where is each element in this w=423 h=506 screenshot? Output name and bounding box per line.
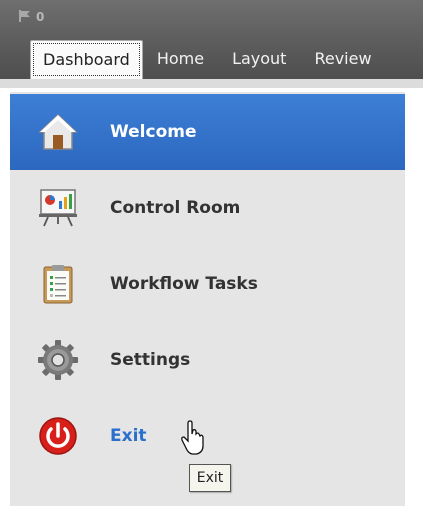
flag-indicator[interactable]: 0 xyxy=(18,9,44,25)
sidebar-item-workflow-tasks[interactable]: Workflow Tasks xyxy=(10,246,406,322)
tab-review[interactable]: Review xyxy=(300,40,385,78)
exit-tooltip: Exit xyxy=(189,464,231,492)
sidebar-item-settings[interactable]: Settings xyxy=(10,322,406,398)
sidebar-item-label: Control Room xyxy=(110,198,241,218)
gear-icon xyxy=(36,338,80,382)
hand-cursor-icon xyxy=(180,420,208,456)
ribbon-tabs: Dashboard Home Layout Review xyxy=(30,40,386,80)
tab-dashboard[interactable]: Dashboard xyxy=(30,40,143,79)
home-icon xyxy=(36,110,80,154)
navigation-sidebar: Welcome Control Room Workflow Tasks Sett… xyxy=(10,92,407,506)
flag-count: 0 xyxy=(36,10,45,24)
tab-layout[interactable]: Layout xyxy=(218,40,300,78)
sidebar-item-label: Workflow Tasks xyxy=(110,274,258,294)
power-icon xyxy=(36,414,80,458)
content-area xyxy=(405,92,423,506)
sidebar-item-label: Welcome xyxy=(110,122,197,142)
sidebar-item-label: Settings xyxy=(110,350,191,370)
sidebar-item-exit[interactable]: Exit xyxy=(10,398,406,474)
sidebar-item-label: Exit xyxy=(110,426,147,446)
tab-home[interactable]: Home xyxy=(143,40,218,78)
flag-icon xyxy=(18,9,32,26)
clipboard-icon xyxy=(36,262,80,306)
sidebar-item-control-room[interactable]: Control Room xyxy=(10,170,406,246)
top-bar: 0 Dashboard Home Layout Review xyxy=(0,0,423,88)
sidebar-item-welcome[interactable]: Welcome xyxy=(10,94,406,170)
presentation-chart-icon xyxy=(36,186,80,230)
ribbon-strip xyxy=(0,79,423,88)
